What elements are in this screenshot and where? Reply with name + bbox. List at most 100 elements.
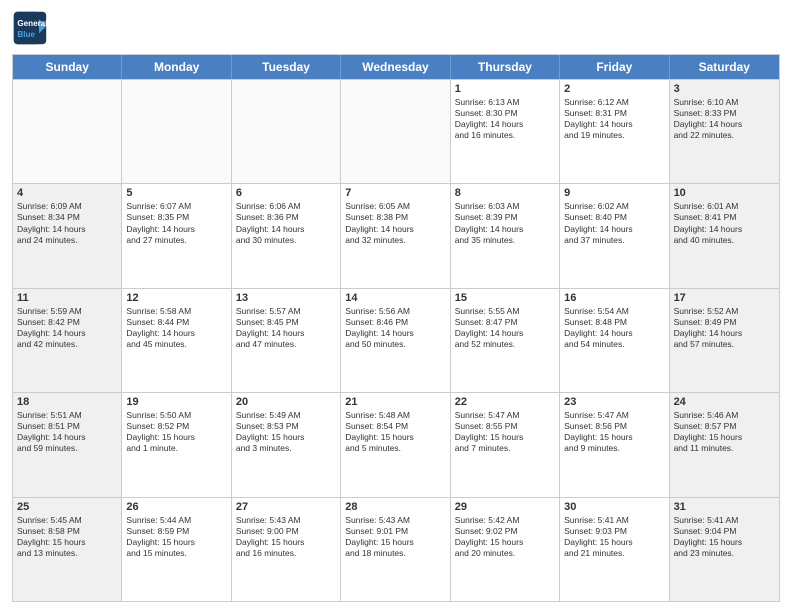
weekday-header: Friday [560, 55, 669, 79]
calendar-cell: 9 Sunrise: 6:02 AMSunset: 8:40 PMDaylight… [560, 184, 669, 287]
calendar-cell: 2 Sunrise: 6:12 AMSunset: 8:31 PMDaylight… [560, 80, 669, 183]
day-number: 30 [564, 501, 664, 513]
cell-info: Sunrise: 5:52 AMSunset: 8:49 PMDaylight:… [674, 306, 775, 350]
cell-info: Sunrise: 5:49 AMSunset: 8:53 PMDaylight:… [236, 410, 336, 454]
cell-info: Sunrise: 5:58 AMSunset: 8:44 PMDaylight:… [126, 306, 226, 350]
day-number: 24 [674, 396, 775, 408]
calendar-cell [341, 80, 450, 183]
day-number: 4 [17, 187, 117, 199]
cell-info: Sunrise: 6:07 AMSunset: 8:35 PMDaylight:… [126, 201, 226, 245]
cell-info: Sunrise: 5:41 AMSunset: 9:03 PMDaylight:… [564, 515, 664, 559]
weekday-header: Wednesday [341, 55, 450, 79]
cell-info: Sunrise: 5:55 AMSunset: 8:47 PMDaylight:… [455, 306, 555, 350]
cell-info: Sunrise: 6:13 AMSunset: 8:30 PMDaylight:… [455, 97, 555, 141]
cell-info: Sunrise: 5:57 AMSunset: 8:45 PMDaylight:… [236, 306, 336, 350]
day-number: 5 [126, 187, 226, 199]
calendar-row: 1 Sunrise: 6:13 AMSunset: 8:30 PMDaylight… [13, 79, 779, 183]
day-number: 10 [674, 187, 775, 199]
calendar-cell: 24 Sunrise: 5:46 AMSunset: 8:57 PMDayligh… [670, 393, 779, 496]
day-number: 15 [455, 292, 555, 304]
logo: General Blue [12, 10, 48, 46]
cell-info: Sunrise: 5:41 AMSunset: 9:04 PMDaylight:… [674, 515, 775, 559]
cell-info: Sunrise: 5:56 AMSunset: 8:46 PMDaylight:… [345, 306, 445, 350]
calendar-cell: 12 Sunrise: 5:58 AMSunset: 8:44 PMDayligh… [122, 289, 231, 392]
calendar-cell: 18 Sunrise: 5:51 AMSunset: 8:51 PMDayligh… [13, 393, 122, 496]
cell-info: Sunrise: 6:02 AMSunset: 8:40 PMDaylight:… [564, 201, 664, 245]
calendar-cell: 13Sunrise: 5:57 AMSunset: 8:45 PMDayligh… [232, 289, 341, 392]
day-number: 11 [17, 292, 117, 304]
cell-info: Sunrise: 5:46 AMSunset: 8:57 PMDaylight:… [674, 410, 775, 454]
weekday-header: Thursday [451, 55, 560, 79]
day-number: 22 [455, 396, 555, 408]
calendar-cell: 22 Sunrise: 5:47 AMSunset: 8:55 PMDayligh… [451, 393, 560, 496]
day-number: 6 [236, 187, 336, 199]
svg-text:Blue: Blue [17, 30, 35, 39]
svg-text:General: General [17, 19, 47, 28]
day-number: 31 [674, 501, 775, 513]
calendar-cell: 8Sunrise: 6:03 AMSunset: 8:39 PMDaylight… [451, 184, 560, 287]
cell-info: Sunrise: 5:59 AMSunset: 8:42 PMDaylight:… [17, 306, 117, 350]
calendar-cell: 21Sunrise: 5:48 AMSunset: 8:54 PMDayligh… [341, 393, 450, 496]
calendar-cell: 11 Sunrise: 5:59 AMSunset: 8:42 PMDayligh… [13, 289, 122, 392]
calendar-cell: 6Sunrise: 6:06 AMSunset: 8:36 PMDaylight… [232, 184, 341, 287]
calendar-cell [13, 80, 122, 183]
header: General Blue [12, 10, 780, 46]
page: General Blue SundayMondayTuesdayWednesda… [0, 0, 792, 612]
cell-info: Sunrise: 6:09 AMSunset: 8:34 PMDaylight:… [17, 201, 117, 245]
day-number: 28 [345, 501, 445, 513]
day-number: 23 [564, 396, 664, 408]
day-number: 19 [126, 396, 226, 408]
day-number: 26 [126, 501, 226, 513]
day-number: 20 [236, 396, 336, 408]
cell-info: Sunrise: 5:43 AMSunset: 9:01 PMDaylight:… [345, 515, 445, 559]
day-number: 25 [17, 501, 117, 513]
weekday-header: Sunday [13, 55, 122, 79]
calendar-cell: 31 Sunrise: 5:41 AMSunset: 9:04 PMDayligh… [670, 498, 779, 601]
calendar-cell: 26Sunrise: 5:44 AMSunset: 8:59 PMDayligh… [122, 498, 231, 601]
day-number: 14 [345, 292, 445, 304]
cell-info: Sunrise: 6:10 AMSunset: 8:33 PMDaylight:… [674, 97, 775, 141]
calendar-header: SundayMondayTuesdayWednesdayThursdayFrid… [13, 55, 779, 79]
cell-info: Sunrise: 5:54 AMSunset: 8:48 PMDaylight:… [564, 306, 664, 350]
day-number: 9 [564, 187, 664, 199]
calendar-cell: 27 Sunrise: 5:43 AMSunset: 9:00 PMDayligh… [232, 498, 341, 601]
cell-info: Sunrise: 5:45 AMSunset: 8:58 PMDaylight:… [17, 515, 117, 559]
cell-info: Sunrise: 5:51 AMSunset: 8:51 PMDaylight:… [17, 410, 117, 454]
day-number: 17 [674, 292, 775, 304]
day-number: 27 [236, 501, 336, 513]
cell-info: Sunrise: 6:12 AMSunset: 8:31 PMDaylight:… [564, 97, 664, 141]
cell-info: Sunrise: 6:01 AMSunset: 8:41 PMDaylight:… [674, 201, 775, 245]
weekday-header: Monday [122, 55, 231, 79]
calendar-cell: 14 Sunrise: 5:56 AMSunset: 8:46 PMDayligh… [341, 289, 450, 392]
calendar-cell: 10 Sunrise: 6:01 AMSunset: 8:41 PMDayligh… [670, 184, 779, 287]
calendar-cell: 5 Sunrise: 6:07 AMSunset: 8:35 PMDaylight… [122, 184, 231, 287]
cell-info: Sunrise: 5:42 AMSunset: 9:02 PMDaylight:… [455, 515, 555, 559]
calendar-cell: 20 Sunrise: 5:49 AMSunset: 8:53 PMDayligh… [232, 393, 341, 496]
day-number: 3 [674, 83, 775, 95]
day-number: 2 [564, 83, 664, 95]
calendar-row: 18 Sunrise: 5:51 AMSunset: 8:51 PMDayligh… [13, 392, 779, 496]
calendar-cell: 19 Sunrise: 5:50 AMSunset: 8:52 PMDayligh… [122, 393, 231, 496]
cell-info: Sunrise: 5:47 AMSunset: 8:55 PMDaylight:… [455, 410, 555, 454]
calendar-cell: 15 Sunrise: 5:55 AMSunset: 8:47 PMDayligh… [451, 289, 560, 392]
cell-info: Sunrise: 6:05 AMSunset: 8:38 PMDaylight:… [345, 201, 445, 245]
day-number: 18 [17, 396, 117, 408]
calendar-cell: 3 Sunrise: 6:10 AMSunset: 8:33 PMDaylight… [670, 80, 779, 183]
calendar-body: 1 Sunrise: 6:13 AMSunset: 8:30 PMDaylight… [13, 79, 779, 601]
calendar-cell: 16 Sunrise: 5:54 AMSunset: 8:48 PMDayligh… [560, 289, 669, 392]
day-number: 29 [455, 501, 555, 513]
calendar-cell: 1 Sunrise: 6:13 AMSunset: 8:30 PMDaylight… [451, 80, 560, 183]
weekday-header: Tuesday [232, 55, 341, 79]
day-number: 16 [564, 292, 664, 304]
cell-info: Sunrise: 5:50 AMSunset: 8:52 PMDaylight:… [126, 410, 226, 454]
day-number: 12 [126, 292, 226, 304]
calendar-cell: 25 Sunrise: 5:45 AMSunset: 8:58 PMDayligh… [13, 498, 122, 601]
cell-info: Sunrise: 5:43 AMSunset: 9:00 PMDaylight:… [236, 515, 336, 559]
day-number: 1 [455, 83, 555, 95]
calendar-cell: 29 Sunrise: 5:42 AMSunset: 9:02 PMDayligh… [451, 498, 560, 601]
calendar-cell: 28 Sunrise: 5:43 AMSunset: 9:01 PMDayligh… [341, 498, 450, 601]
logo-icon: General Blue [12, 10, 48, 46]
calendar-cell [232, 80, 341, 183]
calendar-cell [122, 80, 231, 183]
cell-info: Sunrise: 6:03 AMSunset: 8:39 PMDaylight:… [455, 201, 555, 245]
